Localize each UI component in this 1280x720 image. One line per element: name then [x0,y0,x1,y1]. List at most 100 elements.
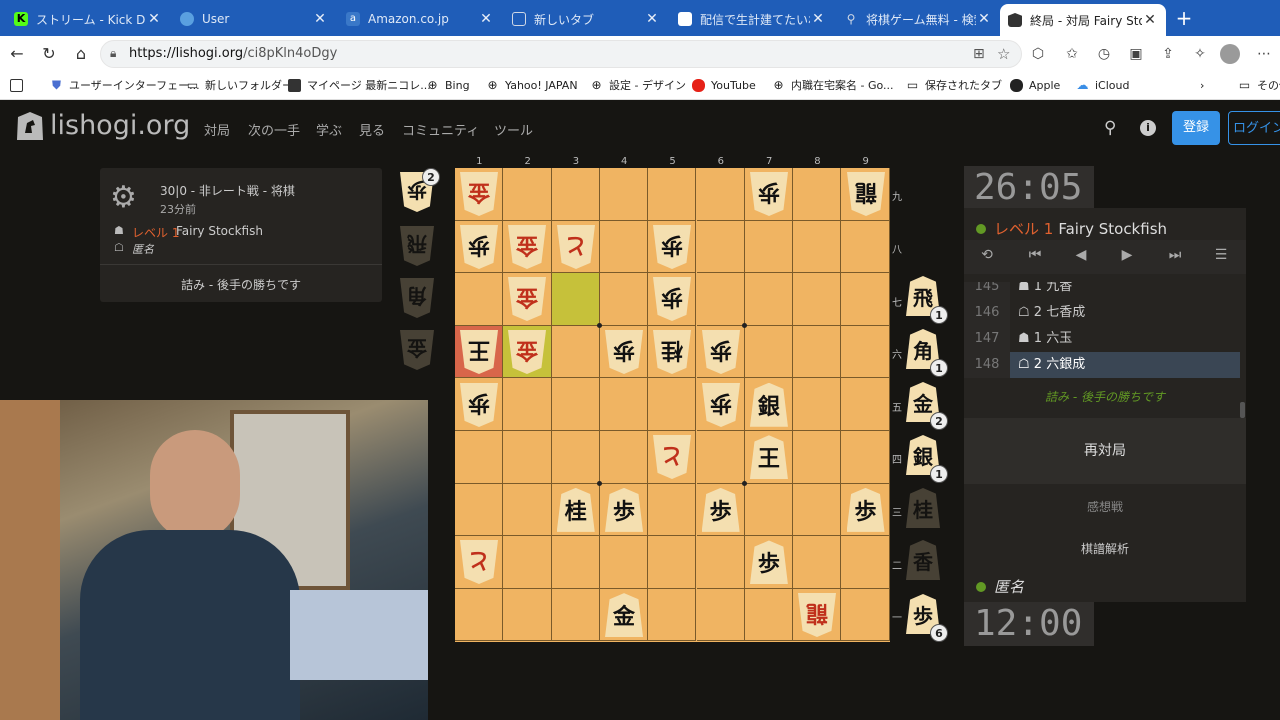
hand-piece-bishop[interactable]: 角 1 [906,329,948,377]
sente-name[interactable]: Fairy Stockfish [176,224,263,238]
new-tab-button[interactable]: + [1172,6,1196,30]
bookmark-icloud[interactable]: ☁ iCloud [1076,76,1130,94]
bookmark-youtube[interactable]: YouTube [692,76,756,94]
board-cell[interactable] [503,431,552,484]
site-logo[interactable]: lishogi.org [16,110,190,141]
board-cell[interactable] [503,378,552,431]
shogi-piece[interactable]: 王 [455,326,503,379]
prev-move-icon[interactable]: ◀ [1070,247,1092,267]
board-cell[interactable] [648,483,697,537]
board-cell[interactable] [744,273,794,326]
board-cell[interactable] [793,220,842,274]
board-cell[interactable] [744,220,794,274]
shogi-piece[interactable]: 歩 [648,273,696,326]
bookmark-mypage[interactable]: マイページ 最新ニコレ... [288,76,431,94]
board-cell[interactable] [648,378,697,431]
shogi-piece[interactable]: 歩 [648,221,696,274]
shogi-piece[interactable]: 金 [600,589,648,642]
board-cell[interactable] [503,483,552,537]
app-grid-icon[interactable]: ⊞ [973,46,985,62]
board-cell[interactable] [696,168,745,221]
menu-hamburger-icon[interactable]: ☰ [1210,247,1232,267]
url-field[interactable]: 🔒︎ https://lishogi.org/ci8pKln4oDgy ⊞ ☆ [100,40,1022,68]
signup-button[interactable]: 登録 [1172,111,1220,145]
board-cell[interactable] [744,325,794,379]
bookmarks-overflow-icon[interactable]: › [1200,76,1204,94]
shogi-piece[interactable]: 歩 [697,484,745,537]
tab-kick[interactable]: K ストリーム - Kick Dashboar ✕ [6,4,170,34]
board-cell[interactable] [455,431,504,484]
analysis-button[interactable]: 棋譜解析 [964,540,1246,557]
board-cell[interactable] [841,273,890,326]
nav-learn[interactable]: 学ぶ [316,120,342,139]
board-cell[interactable] [696,431,745,484]
close-icon[interactable]: ✕ [644,11,660,27]
avatar[interactable] [1220,44,1240,64]
nav-play[interactable]: 対局 [204,120,230,139]
close-icon[interactable]: ✕ [146,11,162,27]
extensions-puzzle-icon[interactable]: ✧ [1190,44,1210,64]
shogi-piece[interactable]: 桂 [648,326,696,379]
info-icon[interactable]: i [1140,120,1156,136]
board-cell[interactable] [551,431,600,484]
tab-lishogi-active[interactable]: 終局 - 対局 Fairy Stockfis ✕ [1000,4,1166,36]
shogi-piece[interactable]: 銀 [745,378,793,431]
board-cell[interactable] [793,273,842,326]
shogi-piece[interactable]: と [648,431,696,484]
shogi-piece[interactable]: と [552,221,600,274]
bookmark-settings[interactable]: ⊕ 設定 - デザイン [590,76,686,94]
board-cell[interactable] [841,536,890,589]
board-cell[interactable] [551,168,600,221]
shogi-piece[interactable]: 歩 [600,484,648,537]
favorites-icon[interactable]: ✩ [1062,44,1082,64]
shogi-piece[interactable]: 金 [503,221,551,274]
board-cell[interactable] [599,431,649,484]
board-cell[interactable] [648,588,697,642]
nav-puzzle[interactable]: 次の一手 [248,120,300,139]
board-cell[interactable] [696,536,745,589]
bookmark-other[interactable]: ▭ その他 [1238,76,1280,94]
history-icon[interactable]: ◷ [1094,44,1114,64]
move-row[interactable]: 147 ☗ 1 六玉 [964,326,1240,352]
board-cell[interactable] [551,378,600,431]
nav-tools[interactable]: ツール [494,120,533,139]
board-cell[interactable] [551,536,600,589]
board-cell[interactable] [599,378,649,431]
bookmark-work[interactable]: ⊕ 内職在宅案名 - Go... [772,76,893,94]
close-icon[interactable]: ✕ [1142,12,1158,28]
board-cell[interactable] [793,431,842,484]
board-cell[interactable] [841,220,890,274]
shogi-piece[interactable]: 歩 [745,168,793,221]
share-icon[interactable]: ⇪ [1158,44,1178,64]
board-cell[interactable] [599,220,649,274]
menu-icon[interactable]: ⋯ [1254,44,1274,64]
shogi-piece[interactable]: 歩 [600,326,648,379]
board-cell[interactable] [503,168,552,221]
reload-icon[interactable]: ↻ [38,43,60,65]
first-move-icon[interactable]: ⏮ [1024,247,1046,267]
flip-board-icon[interactable]: ⟲ [976,247,998,267]
home-icon[interactable]: ⌂ [70,43,92,65]
nav-community[interactable]: コミュニティ [402,120,479,139]
shogi-piece[interactable]: 龍 [793,589,841,642]
extensions-icon[interactable]: ⬡ [1028,44,1048,64]
shogi-piece[interactable]: 金 [503,273,551,326]
tab-user[interactable]: User ✕ [172,4,336,34]
move-row[interactable]: 146 ☖ 2 七香成 [964,300,1240,326]
shogi-piece[interactable]: 歩 [697,326,745,379]
board-cell[interactable] [744,588,794,642]
hand-piece-gold[interactable]: 金 2 [906,382,948,430]
collections-icon[interactable]: ▣ [1126,44,1146,64]
rematch-button[interactable]: 再対局 [964,418,1246,484]
shogi-piece[interactable]: 歩 [745,536,793,589]
shogi-piece[interactable]: 歩 [841,484,889,537]
board-cell[interactable] [551,325,600,379]
tab-document[interactable]: 配信で生計建てたいわかっ ✕ [670,4,834,34]
shogi-piece[interactable]: 歩 [697,378,745,431]
next-move-icon[interactable]: ▶ [1116,247,1138,267]
shogi-piece[interactable]: 歩 [455,221,503,274]
hand-piece-rook[interactable]: 飛 1 [906,276,948,324]
board-cell[interactable] [503,588,552,642]
board-cell[interactable] [793,536,842,589]
board-cell[interactable] [648,536,697,589]
